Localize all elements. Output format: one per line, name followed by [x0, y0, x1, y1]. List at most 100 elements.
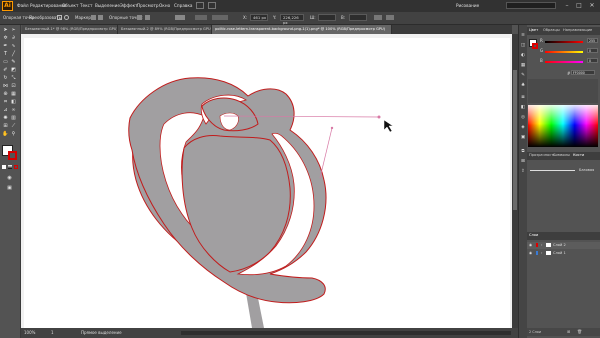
scale-tool-icon[interactable]: ⤡ — [10, 75, 17, 82]
pen-tool-icon[interactable]: ✒ — [2, 43, 9, 50]
libraries-panel-icon[interactable]: ◫ — [520, 43, 526, 49]
perspective-grid-icon[interactable]: ▦ — [10, 91, 17, 98]
tab-symbols[interactable]: Символы — [553, 153, 570, 157]
shape-builder-icon[interactable]: ⊕ — [2, 91, 9, 98]
tab-transparency[interactable]: Прозрачность — [529, 153, 555, 157]
magic-wand-icon[interactable]: ✲ — [2, 35, 9, 42]
visibility-eye-icon[interactable]: ◉ — [529, 243, 532, 247]
shaper-tool-icon[interactable]: ✐ — [2, 67, 9, 74]
symbols-panel-icon[interactable]: ♣ — [520, 83, 526, 89]
free-transform-icon[interactable]: ⊡ — [10, 83, 17, 90]
hand-tool-icon[interactable]: ✋ — [2, 131, 9, 138]
arrange-documents-icon[interactable] — [208, 2, 216, 9]
tab-document-2[interactable]: Безымянный-2 @ 89% (RGB/Предпросмотр GPU… — [118, 25, 212, 34]
delete-layer-icon[interactable]: 🗑 — [577, 329, 582, 334]
layer-row[interactable]: ◉ › Слой 2 — [527, 242, 600, 249]
artboards-panel-icon[interactable]: ⊞ — [520, 159, 526, 165]
menu-window[interactable]: Окно — [159, 3, 170, 8]
convert-smooth-icon[interactable] — [64, 15, 69, 20]
tab-brushes[interactable]: Кисти — [573, 153, 584, 157]
transform-icon[interactable] — [374, 15, 382, 20]
cut-path-icon[interactable] — [145, 15, 150, 20]
bridge-icon[interactable] — [196, 2, 204, 9]
x-field[interactable]: 461 px — [250, 14, 268, 21]
convert-corner-icon[interactable] — [57, 15, 62, 20]
graphic-styles-panel-icon[interactable]: ▣ — [520, 135, 526, 141]
color-panel-icon[interactable]: ◐ — [520, 53, 526, 59]
new-layer-icon[interactable]: ⊞ — [567, 329, 570, 334]
width-field[interactable] — [318, 14, 336, 21]
swatches-panel-icon[interactable]: ▦ — [520, 63, 526, 69]
width-tool-icon[interactable]: ⋈ — [2, 83, 9, 90]
height-field[interactable] — [349, 14, 367, 21]
gradient-tool-icon[interactable]: ◧ — [10, 99, 17, 106]
brush-name[interactable]: Базовая — [579, 168, 594, 172]
stroke-swatch[interactable] — [8, 151, 17, 160]
horizontal-scrollbar[interactable] — [181, 331, 511, 335]
artboard[interactable] — [24, 38, 510, 328]
graph-tool-icon[interactable]: ▥ — [10, 115, 17, 122]
tab-document-1[interactable]: Безымянный-1* @ 98% (RGB/Предпросмотр GP… — [22, 25, 118, 34]
line-tool-icon[interactable]: ╱ — [10, 51, 17, 58]
rectangle-tool-icon[interactable]: ▭ — [2, 59, 9, 66]
layer-name[interactable]: Слой 1 — [553, 251, 566, 255]
tab-layers[interactable]: Слои — [529, 233, 538, 237]
gradient-panel-icon[interactable]: ◧ — [520, 105, 526, 111]
menu-object[interactable]: Объект — [62, 3, 78, 8]
r-value-field[interactable]: 255 — [587, 38, 598, 43]
brushes-panel-icon[interactable]: ✎ — [520, 73, 526, 79]
tab-guides[interactable]: Направляющие — [563, 28, 592, 32]
shape-icon[interactable] — [386, 15, 394, 20]
g-slider[interactable] — [545, 51, 583, 53]
rotate-tool-icon[interactable]: ↻ — [2, 75, 9, 82]
search-input[interactable] — [506, 2, 556, 9]
brush-stroke-preview[interactable] — [530, 170, 575, 171]
curvature-tool-icon[interactable]: ∿ — [10, 43, 17, 50]
menu-select[interactable]: Выделение — [95, 3, 120, 8]
none-mode-icon[interactable] — [14, 165, 18, 169]
y-field[interactable]: 226,226 px — [280, 14, 304, 25]
workspace-switcher[interactable]: Рисование — [456, 3, 479, 8]
hide-handles-icon[interactable] — [98, 15, 103, 20]
b-value-field[interactable]: 0 — [587, 58, 598, 63]
menu-file[interactable]: Файл — [17, 3, 29, 8]
maximize-icon[interactable]: □ — [574, 1, 584, 10]
b-slider[interactable] — [545, 61, 583, 63]
expand-arrow-icon[interactable]: › — [541, 251, 542, 255]
artboard-number[interactable]: 1 — [51, 330, 54, 335]
r-slider[interactable] — [545, 41, 583, 43]
scrollbar-thumb[interactable] — [513, 70, 517, 210]
gradient-mode-icon[interactable] — [8, 165, 12, 169]
screen-mode-icon[interactable]: ▣ — [6, 185, 13, 192]
remove-anchor-icon[interactable] — [137, 15, 142, 20]
paintbrush-icon[interactable]: ✎ — [10, 59, 17, 66]
blend-tool-icon[interactable]: ∞ — [10, 107, 17, 114]
direct-selection-tool-icon[interactable]: ➢ — [10, 27, 17, 34]
layers-panel-icon[interactable]: ⧉ — [520, 149, 526, 155]
visibility-eye-icon[interactable]: ◉ — [529, 251, 532, 255]
artboard-tool-icon[interactable]: ⊞ — [2, 123, 9, 130]
menu-view[interactable]: Просмотр — [137, 3, 159, 8]
layer-name[interactable]: Слой 2 — [553, 243, 566, 247]
isolate-icon[interactable] — [175, 15, 185, 20]
eyedropper-icon[interactable]: ⊿ — [2, 107, 9, 114]
asset-export-panel-icon[interactable]: ⇪ — [520, 169, 526, 175]
hex-field[interactable]: FF0000 — [571, 70, 595, 75]
appearance-panel-icon[interactable]: ◈ — [520, 125, 526, 131]
transparency-panel-icon[interactable]: ◎ — [520, 115, 526, 121]
draw-mode-icon[interactable]: ◉ — [6, 175, 13, 182]
g-value-field[interactable]: 0 — [587, 48, 598, 53]
lasso-icon[interactable]: ∂ — [10, 35, 17, 42]
mesh-tool-icon[interactable]: ⌗ — [2, 99, 9, 106]
color-mode-icon[interactable] — [2, 165, 6, 169]
distribute-icon[interactable] — [212, 15, 228, 20]
zoom-tool-icon[interactable]: ⚲ — [10, 131, 17, 138]
align-icon[interactable] — [195, 15, 207, 20]
tab-color[interactable]: Цвет — [529, 28, 538, 32]
tab-document-3[interactable]: politic-rose-lettern-transparent-backgro… — [212, 25, 392, 34]
stroke-panel-icon[interactable]: ≣ — [520, 95, 526, 101]
layer-row[interactable]: ◉ › Слой 1 — [527, 250, 600, 257]
type-tool-icon[interactable]: T — [2, 51, 9, 58]
close-icon[interactable]: ✕ — [587, 1, 597, 10]
zoom-level[interactable]: 100% — [24, 330, 35, 335]
